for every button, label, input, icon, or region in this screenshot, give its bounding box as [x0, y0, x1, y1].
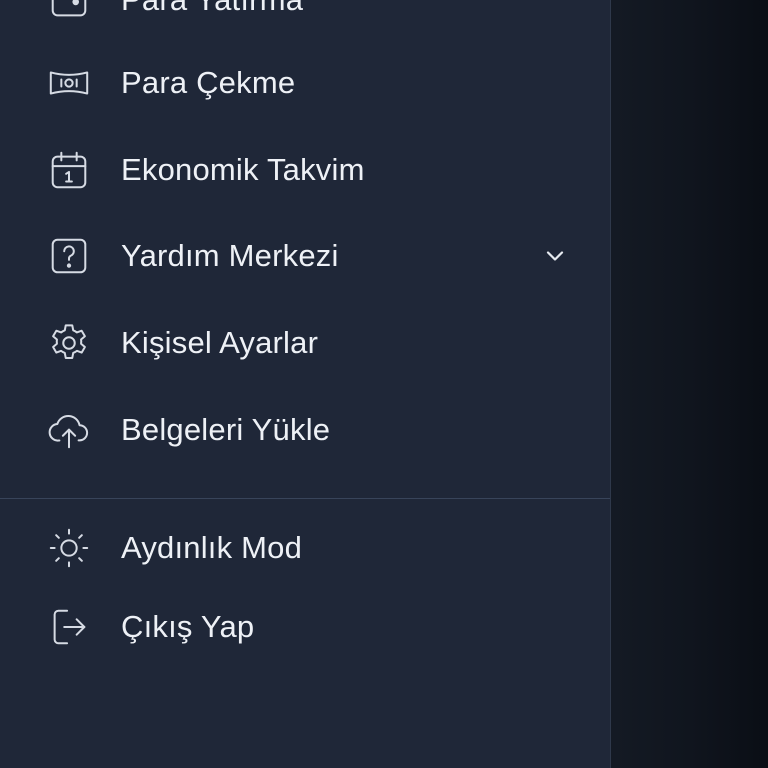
overlay-backdrop[interactable]	[611, 0, 768, 768]
menu-item-label: Çıkış Yap	[121, 609, 255, 644]
menu-item-withdraw[interactable]: Para Çekme	[0, 53, 610, 113]
menu-item-help-center[interactable]: Yardım Merkezi	[0, 226, 610, 286]
banknote-icon	[46, 60, 92, 106]
chevron-down-icon[interactable]	[541, 242, 569, 270]
menu-item-label: Ekonomik Takvim	[121, 152, 365, 187]
menu-item-label: Kişisel Ayarlar	[121, 325, 319, 360]
menu-item-upload-documents[interactable]: Belgeleri Yükle	[0, 400, 610, 460]
menu-item-personal-settings[interactable]: Kişisel Ayarlar	[0, 313, 610, 373]
menu-item-label: Para Yatırma	[121, 0, 303, 18]
help-question-icon	[46, 233, 92, 279]
logout-icon	[46, 604, 92, 650]
sun-icon	[46, 525, 92, 571]
menu-item-label: Para Çekme	[121, 65, 296, 100]
menu-item-light-mode[interactable]: Aydınlık Mod	[0, 518, 610, 578]
calendar-icon	[46, 147, 92, 193]
menu-item-economic-calendar[interactable]: Ekonomik Takvim	[0, 140, 610, 200]
menu-item-logout[interactable]: Çıkış Yap	[0, 597, 610, 657]
menu-divider	[0, 498, 610, 499]
menu-item-label: Belgeleri Yükle	[121, 412, 331, 447]
cloud-upload-icon	[46, 407, 92, 453]
menu-item-label: Yardım Merkezi	[121, 238, 339, 273]
menu-item-deposit[interactable]: Para Yatırma	[0, 0, 610, 30]
menu-item-label: Aydınlık Mod	[121, 530, 303, 565]
gear-icon	[46, 320, 92, 366]
side-drawer-menu: Para Yatırma Para Çekme Ekonomik T	[0, 0, 611, 768]
deposit-wallet-icon	[46, 0, 92, 23]
